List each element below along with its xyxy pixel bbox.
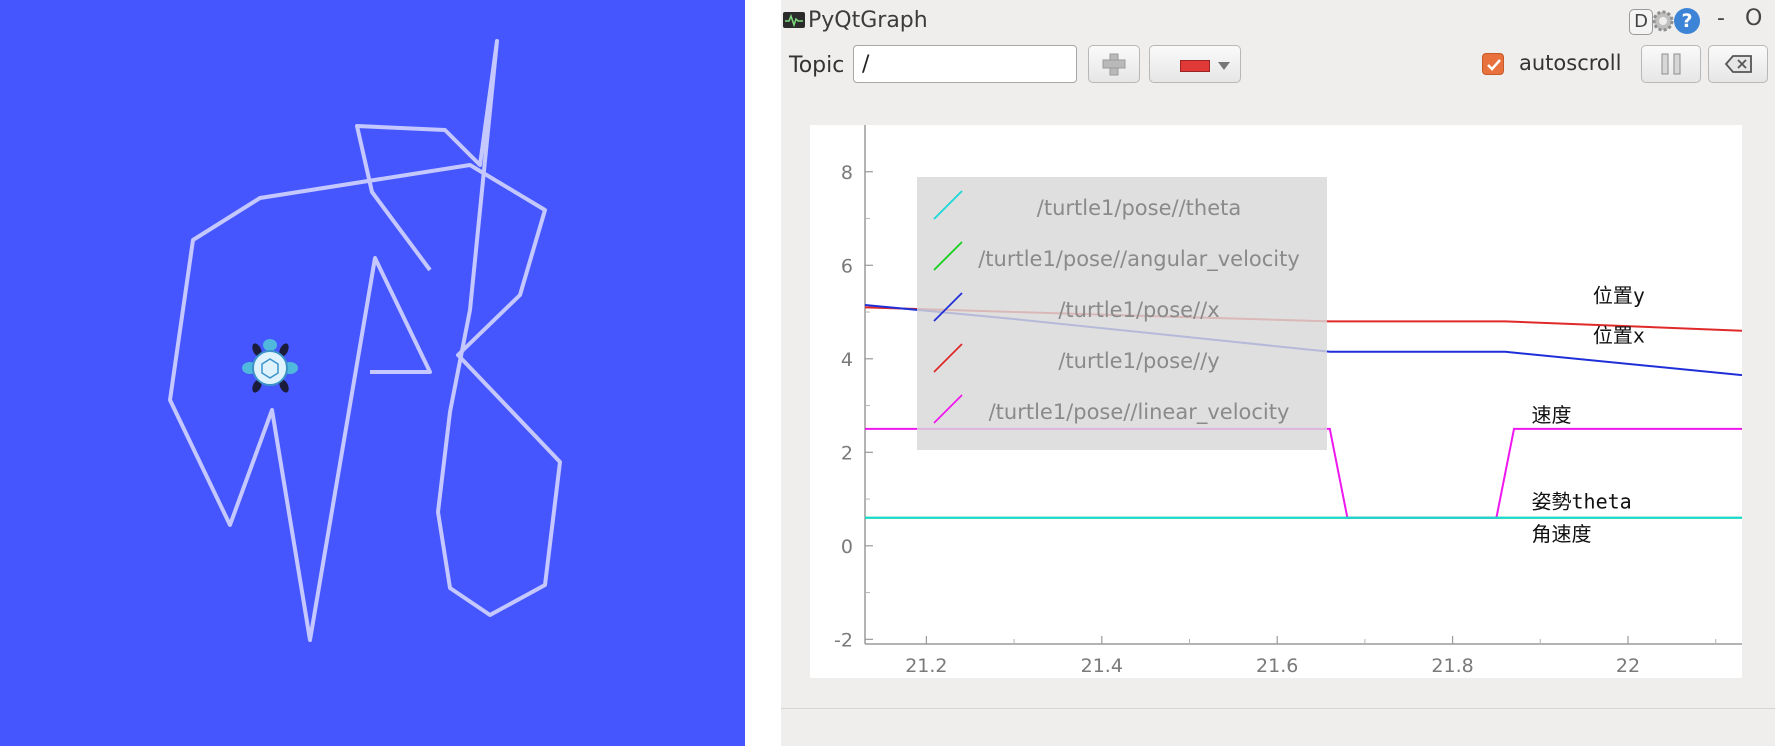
legend-label: /turtle1/pose//theta xyxy=(1037,196,1241,220)
turtle-icon xyxy=(242,339,298,393)
plot-area[interactable]: -2 0 2 4 6 8 21.2 21.4 21.6 21.8 22/turtle1/pose//… xyxy=(810,125,1742,678)
add-topic-button[interactable] xyxy=(1088,45,1140,83)
legend-label: /turtle1/pose//angular_velocity xyxy=(978,247,1300,272)
window-title: PyQtGraph xyxy=(808,8,928,33)
topic-label: Topic xyxy=(789,53,845,78)
y-tick-label: 8 xyxy=(841,162,853,184)
y-tick-label: 0 xyxy=(841,536,853,558)
autoscroll-label: autoscroll xyxy=(1519,51,1622,75)
legend-label: /turtle1/pose//y xyxy=(1058,349,1219,373)
x-tick-label: 21.8 xyxy=(1431,655,1473,677)
turtle-trail xyxy=(168,39,562,642)
pause-icon xyxy=(1661,53,1681,75)
toolbar: Topic autoscroll xyxy=(781,44,1775,88)
x-tick-label: 22 xyxy=(1616,655,1640,677)
annotation-label: 角速度 xyxy=(1532,522,1592,546)
turtlesim-canvas xyxy=(0,0,745,746)
y-tick-label: 2 xyxy=(841,442,853,464)
pause-button[interactable] xyxy=(1641,45,1701,83)
x-tick-label: 21.4 xyxy=(1081,655,1123,677)
line-chart: -2 0 2 4 6 8 21.2 21.4 21.6 21.8 22/turtle1/pose//… xyxy=(834,125,1742,677)
legend-label: /turtle1/pose//x xyxy=(1058,298,1219,322)
color-swatch xyxy=(1180,60,1210,72)
color-caret-icon xyxy=(1218,62,1230,70)
color-select-button[interactable] xyxy=(1149,45,1241,83)
status-bar xyxy=(781,708,1775,709)
y-tick-label: 4 xyxy=(841,349,853,371)
add-icon xyxy=(1102,53,1126,76)
x-tick-label: 21.2 xyxy=(905,655,947,677)
minimize-button[interactable]: - xyxy=(1717,6,1725,31)
topic-input[interactable] xyxy=(853,45,1077,83)
gear-icon[interactable] xyxy=(1650,8,1676,34)
help-icon[interactable]: ? xyxy=(1674,8,1700,34)
legend-label: /turtle1/pose//linear_velocity xyxy=(989,400,1290,425)
y-tick-label: -2 xyxy=(834,629,853,651)
clear-icon xyxy=(1724,55,1752,73)
annotation-label: 姿勢theta xyxy=(1532,489,1632,513)
annotation-label: 速度 xyxy=(1532,403,1572,427)
x-tick-label: 21.6 xyxy=(1256,655,1298,677)
annotation-label: 位置x xyxy=(1593,323,1645,347)
title-bar: PyQtGraph D ? - O xyxy=(781,0,1775,40)
rqt-plot-window: PyQtGraph D ? - O Topic autoscroll xyxy=(781,0,1775,746)
close-button[interactable]: O xyxy=(1745,6,1762,31)
y-tick-label: 6 xyxy=(841,255,853,277)
clear-button[interactable] xyxy=(1708,45,1768,83)
annotation-label: 位置y xyxy=(1593,284,1645,308)
app-icon xyxy=(783,12,805,28)
autoscroll-checkbox[interactable] xyxy=(1482,53,1504,75)
